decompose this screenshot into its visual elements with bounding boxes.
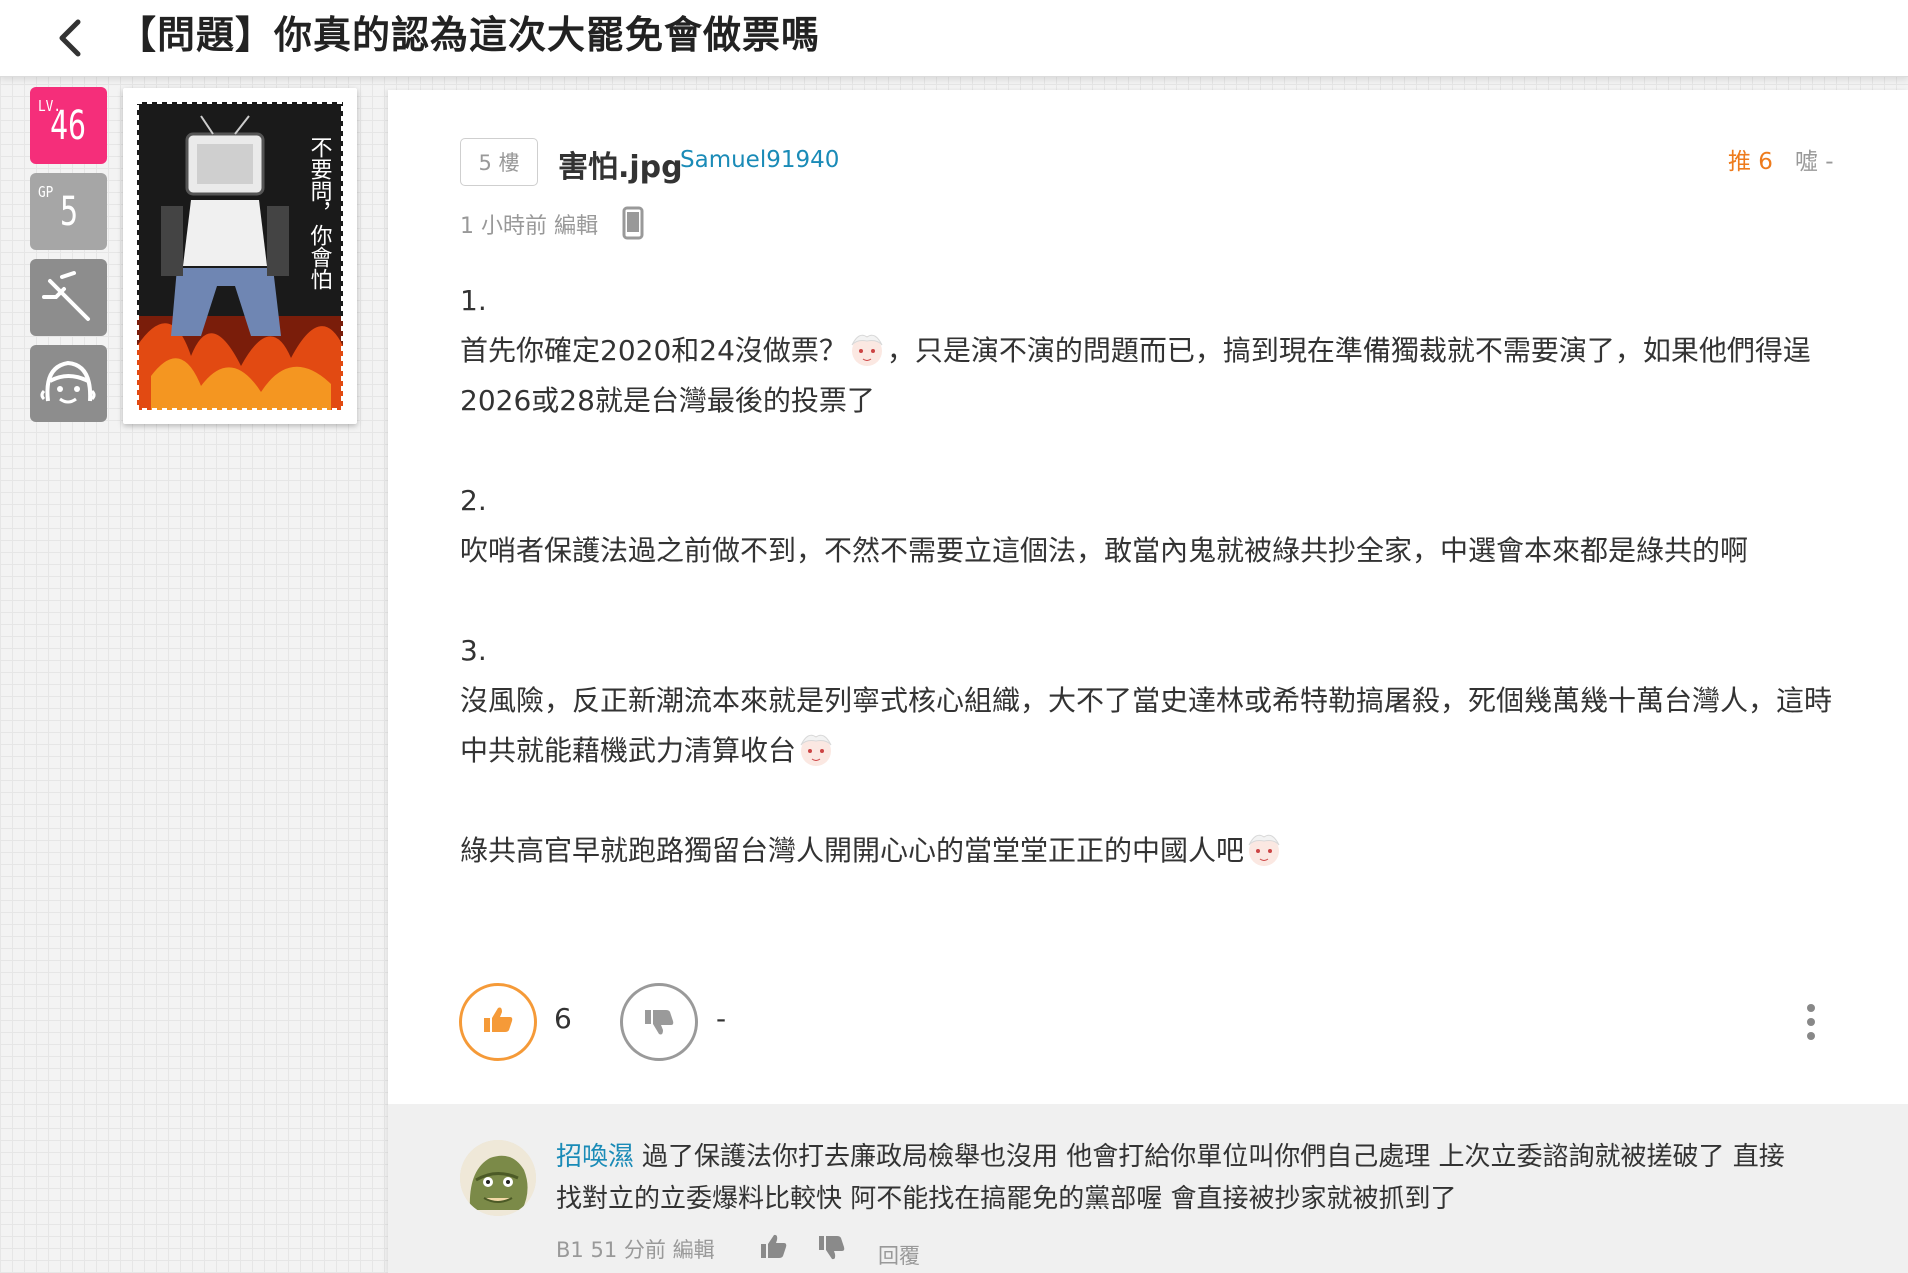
user-avatar-image: 不要問，你會怕 (131, 96, 349, 416)
floor-badge[interactable]: 5 樓 (460, 138, 538, 186)
boo-count: 噓 - (1795, 149, 1834, 175)
post-time: 1 小時前 (460, 214, 547, 239)
gp-value: 5 (60, 189, 79, 235)
comment-like-button[interactable] (758, 1232, 788, 1266)
thumbs-up-icon (761, 1234, 787, 1258)
sticker-icon (847, 329, 887, 369)
commenter-name[interactable]: 招喚濕 (556, 1142, 634, 1172)
post-title: 害怕.jpg (558, 150, 683, 185)
comment-dislike-button[interactable] (816, 1232, 846, 1266)
sticker-icon (796, 729, 836, 769)
comment-meta: B1 51 分前 編輯 (556, 1234, 715, 1264)
paragraph-1-number: 1. (460, 284, 487, 317)
back-button[interactable] (48, 16, 96, 60)
comment-section: 招喚濕 過了保護法你打去廉政局檢舉也沒用 他會打給你單位叫你們自己處理 上次立委諮… (388, 1104, 1908, 1273)
paragraph-1: 首先你確定2020和24沒做票？ ，只是演不演的問題而已，搞到現在準備獨裁就不需要… (460, 326, 1840, 426)
paragraph-4: 綠共高官早就跑路獨留台灣人開開心心的當堂堂正正的中國人吧 (460, 826, 1840, 876)
thumbs-down-icon (819, 1236, 845, 1260)
mobile-device-icon (622, 206, 644, 244)
paragraph-2: 吹哨者保護法過之前做不到，不然不需要立這個法，敢當內鬼就被綠共抄全家，中選會本來… (460, 534, 1749, 567)
reply-button[interactable]: 回覆 (878, 1240, 920, 1270)
tool-badge[interactable] (30, 259, 107, 336)
paragraph-2-number: 2. (460, 484, 487, 517)
user-avatar-card[interactable]: 不要問，你會怕 (123, 88, 357, 424)
paragraph-3-number: 3. (460, 634, 487, 667)
chevron-left-icon (59, 19, 81, 57)
comment-text: 過了保護法你打去廉政局檢舉也沒用 他會打給你單位叫你們自己處理 上次立委諮詢就被… (556, 1142, 1785, 1214)
commenter-avatar[interactable] (460, 1140, 536, 1216)
comment-floor: B1 (556, 1238, 584, 1262)
face-badge[interactable] (30, 345, 107, 422)
comment-edit-link[interactable]: 編輯 (673, 1238, 715, 1262)
push-count: 推 6 (1728, 149, 1773, 175)
like-count: 6 (554, 1002, 572, 1035)
top-bar: 【問題】你真的認為這次大罷免會做票嗎 (0, 0, 1908, 77)
avatar-caption: 不要問，你會怕 (307, 136, 333, 290)
post-meta: 1 小時前 編輯 (460, 208, 598, 240)
dislike-count: - (716, 1002, 727, 1035)
dislike-button[interactable] (620, 983, 698, 1061)
gp-prefix: GP (38, 183, 54, 201)
author-link[interactable]: Samuel91940 (680, 147, 839, 173)
thumbs-down-icon (645, 1010, 674, 1035)
level-value: 46 (50, 103, 87, 149)
edit-link[interactable]: 編輯 (554, 214, 598, 239)
page-title: 【問題】你真的認為這次大罷免會做票嗎 (118, 13, 821, 57)
gp-badge[interactable]: GP 5 (30, 173, 107, 250)
sticker-icon (1244, 829, 1284, 869)
more-vertical-icon (1807, 1004, 1815, 1040)
paragraph-3: 沒風險，反正新潮流本來就是列寧式核心組織，大不了當史達林或希特勒搞屠殺，死個幾萬… (460, 684, 1833, 769)
level-badge[interactable]: LV. 46 (30, 87, 107, 164)
comment-text-block: 招喚濕 過了保護法你打去廉政局檢舉也沒用 他會打給你單位叫你們自己處理 上次立委諮… (556, 1136, 1806, 1220)
like-button[interactable] (459, 983, 537, 1061)
thumbs-up-icon (484, 1007, 513, 1032)
post-card: 5 樓 害怕.jpg Samuel91940 1 小時前 編輯 推 6 噓 - … (388, 90, 1908, 1273)
wrench-icon (42, 271, 90, 321)
character-face-icon (40, 360, 96, 404)
more-options-button[interactable] (1801, 1002, 1821, 1042)
post-body: 1. 首先你確定2020和24沒做票？ ，只是演不演的問題而已，搞到現在準備獨裁就… (460, 276, 1840, 876)
comment-time: 51 分前 (590, 1238, 666, 1262)
